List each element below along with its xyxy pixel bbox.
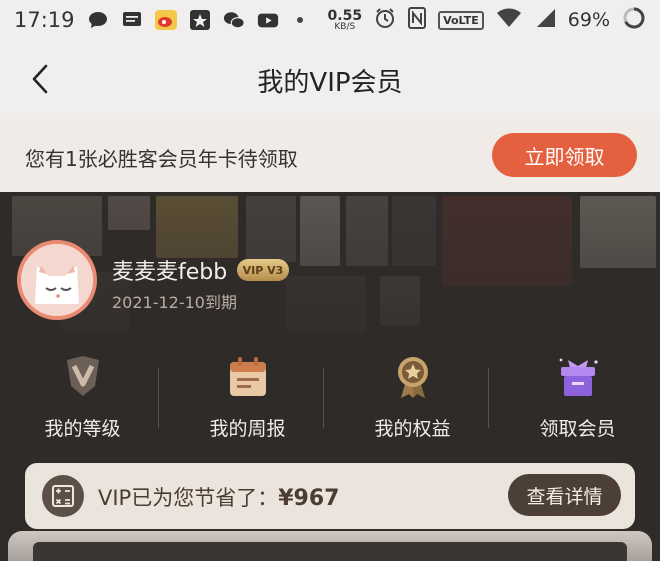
nav-bar: 我的VIP会员 <box>0 40 660 119</box>
promo-text: 您有1张必胜客会员年卡待领取 <box>25 147 298 171</box>
status-right-icons: 0.55 KB/S VoLTE 69% <box>328 0 646 40</box>
vip-card: 麦麦麦febb VIP V3 2021-12-10到期 我的等级 我的周报 我的… <box>0 192 660 561</box>
notification-icons <box>87 10 303 30</box>
feature-my-level[interactable]: 我的等级 <box>0 350 165 450</box>
more-notifications-dot <box>296 17 303 23</box>
wifi-icon <box>496 8 522 33</box>
claim-now-button[interactable]: 立即领取 <box>492 133 637 177</box>
feature-label: 领取会员 <box>539 418 616 440</box>
feature-divider <box>488 368 489 428</box>
feature-label: 我的权益 <box>374 418 451 440</box>
calculator-icon <box>42 475 84 517</box>
nfc-icon <box>408 6 427 34</box>
feature-claim-membership[interactable]: 领取会员 <box>495 350 660 450</box>
alarm-icon <box>374 7 396 34</box>
savings-prefix: VIP已为您节省了： <box>98 486 279 510</box>
vip-level-badge: VIP V3 <box>237 259 289 281</box>
promo-banner: 您有1张必胜客会员年卡待领取 立即领取 <box>0 119 660 192</box>
cat-avatar-icon <box>21 244 93 316</box>
message-icon <box>121 10 143 30</box>
view-details-button[interactable]: 查看详情 <box>508 474 621 516</box>
volte-badge: VoLTE <box>438 10 484 30</box>
star-app-icon <box>189 10 211 30</box>
battery-ring-icon <box>622 6 646 35</box>
star-medal-icon <box>397 357 428 398</box>
username: 麦麦麦febb <box>112 260 228 285</box>
feature-row: 我的等级 我的周报 我的权益 领取会员 <box>0 350 660 450</box>
savings-text: VIP已为您节省了：¥967 <box>98 482 339 512</box>
status-bar: 17:19 0.55 KB/S VoLTE 69% <box>0 0 660 40</box>
chat-bubble-icon <box>87 10 109 30</box>
youtube-icon <box>257 10 279 30</box>
weibo-icon <box>154 10 177 30</box>
feature-my-benefits[interactable]: 我的权益 <box>330 350 495 450</box>
page-title: 我的VIP会员 <box>257 68 403 98</box>
feature-divider <box>323 368 324 428</box>
avatar[interactable] <box>17 240 97 320</box>
v-shield-icon <box>66 356 99 396</box>
next-card-inner <box>33 542 627 561</box>
battery-percent: 69% <box>567 9 610 31</box>
feature-label: 我的周报 <box>209 418 286 440</box>
network-speed: 0.55 KB/S <box>327 7 363 32</box>
signal-icon <box>534 8 556 33</box>
feature-divider <box>158 368 159 428</box>
gift-box-icon <box>559 358 598 396</box>
savings-amount: ¥967 <box>278 486 340 511</box>
calendar-report-icon <box>229 357 266 396</box>
savings-card: VIP已为您节省了：¥967 查看详情 <box>25 463 635 529</box>
feature-label: 我的等级 <box>44 418 121 440</box>
wechat-icon <box>223 10 245 30</box>
membership-expiry: 2021-12-10到期 <box>112 293 237 312</box>
feature-weekly-report[interactable]: 我的周报 <box>165 350 330 450</box>
status-time: 17:19 <box>14 8 75 32</box>
